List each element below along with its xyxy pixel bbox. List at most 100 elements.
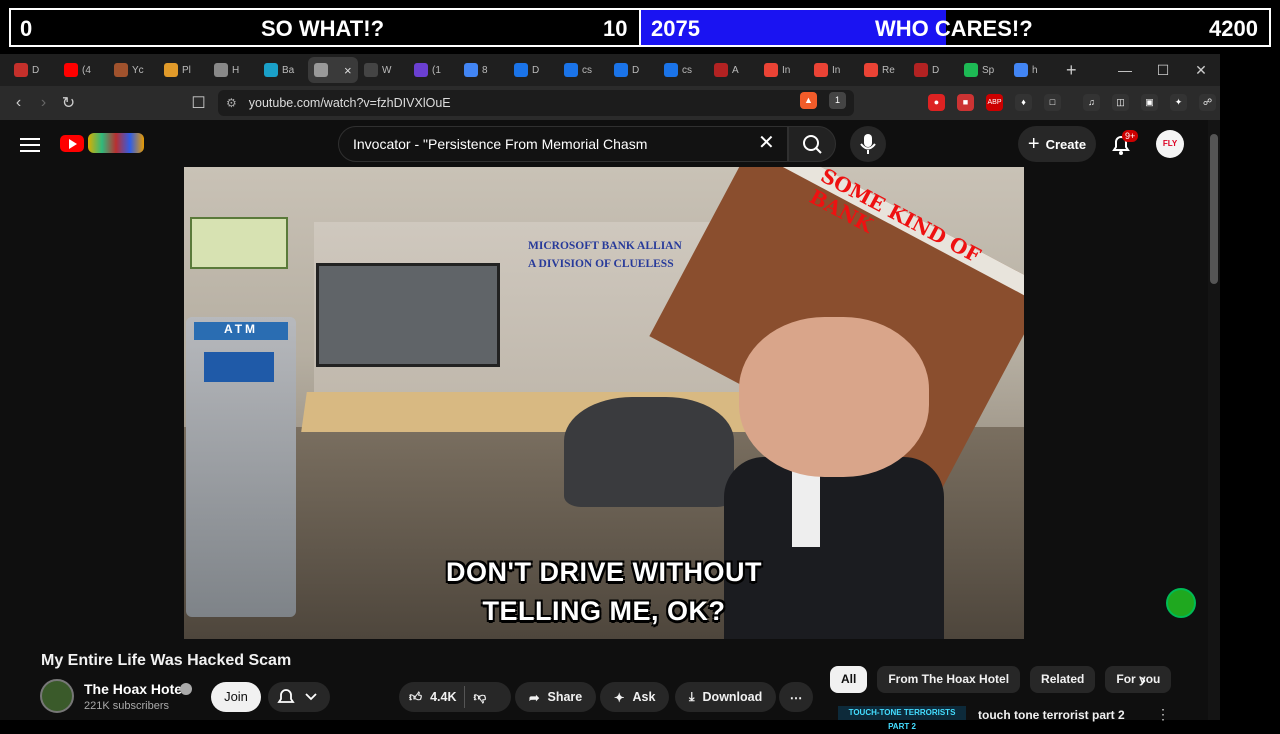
ask-button[interactable]: ✦ Ask [600,682,670,712]
address-bar[interactable]: ⚙ youtube.com/watch?v=fzhDIVXlOuE [218,90,854,116]
join-button[interactable]: Join [211,682,261,712]
recommendation-thumbnail[interactable]: TOUCH-TONE TERRORISTS PART 2 [838,706,966,731]
ext-red-icon[interactable]: ■ [957,94,974,111]
browser-tab[interactable]: cs [658,57,708,83]
browser-tab[interactable]: (4 [58,57,108,83]
recommendation-menu-icon[interactable]: ⋮ [1156,706,1170,723]
sign-line-2: A DIVISION OF CLUELESS [528,258,674,270]
notification-badge: 9+ [1122,130,1139,142]
more-actions-button[interactable]: ⋯ [779,682,813,712]
chip-all[interactable]: All [830,666,868,693]
tab-favicon-icon [664,63,678,77]
floating-widget-icon[interactable] [1166,588,1196,618]
browser-tab[interactable]: In [758,57,808,83]
youtube-doodle [88,133,144,153]
media-icon[interactable]: ♫ [1083,94,1100,111]
adblock-icon[interactable]: ABP [986,94,1003,111]
youtube-play-icon [60,134,84,152]
browser-tab[interactable]: H [208,57,258,83]
video-title: My Entire Life Was Hacked Scam [41,652,292,669]
screenshot-icon[interactable]: □ [1044,94,1061,111]
brave-rewards-icon[interactable]: 1 [829,92,846,109]
brave-shield-icon[interactable]: ▲ [800,92,817,109]
tab-label: Pl [182,64,191,76]
tab-label: D [932,64,940,76]
nav-bar: ‹ › ↻ ☐ ⚙ youtube.com/watch?v=fzhDIVXlOu… [0,86,1245,120]
browser-tab[interactable]: (1 [408,57,458,83]
tab-label: D [632,64,640,76]
browser-tab[interactable]: Ba [258,57,308,83]
tab-favicon-icon [114,63,128,77]
search-button[interactable] [788,126,836,162]
tab-favicon-icon [764,63,778,77]
browser-tab[interactable]: A [708,57,758,83]
browser-tab[interactable]: D [508,57,558,83]
reload-icon[interactable]: ↻ [56,93,81,113]
browser-tab[interactable]: D [8,57,58,83]
maximize-icon[interactable]: ☐ [1144,62,1182,79]
sign-line-1: MICROSOFT BANK ALLIAN [528,240,682,252]
youtube-logo[interactable] [60,133,144,153]
verified-icon [180,683,192,695]
leo-ai-icon[interactable]: ✦ [1170,94,1187,111]
minimize-icon[interactable]: — [1106,62,1144,78]
tab-close-icon[interactable]: × [344,63,352,78]
browser-tab[interactable]: Yc [108,57,158,83]
browser-tab[interactable]: h [1008,57,1058,83]
record-extension-icon[interactable]: ● [928,94,945,111]
account-avatar[interactable]: FLY [1156,130,1184,158]
browser-tab[interactable]: Re [858,57,908,83]
tab-label: Re [882,64,895,76]
channel-avatar[interactable] [40,679,74,713]
voice-search-button[interactable] [850,126,886,162]
vpn-icon[interactable]: ☍ [1199,94,1216,111]
sidebar-icon[interactable]: ◫ [1112,94,1129,111]
browser-tab[interactable]: W [358,57,408,83]
video-caption: DON'T DRIVE WITHOUT TELLING ME, OK? [184,553,1024,631]
video-player[interactable]: ATM MICROSOFT BANK ALLIAN A DIVISION OF … [184,167,1024,639]
chip-for-you[interactable]: For you [1105,666,1172,693]
tab-label: D [532,64,540,76]
browser-tab[interactable]: Pl [158,57,208,83]
download-button[interactable]: ⤓ Download [675,682,777,712]
site-info-icon[interactable]: ⚙ [226,96,237,110]
left-score: 0 [20,16,33,41]
wallet-icon[interactable]: ▣ [1141,94,1158,111]
new-tab-button[interactable]: + [1066,60,1077,81]
like-icon[interactable]: 👍︎ [409,690,422,705]
right-score: 2075 [651,16,700,41]
browser-tab[interactable]: D [908,57,958,83]
share-button[interactable]: ➦ Share [515,682,597,712]
bookmark-icon[interactable]: ☐ [186,93,211,113]
create-button[interactable]: + Create [1018,126,1096,162]
browser-tab[interactable]: cs [558,57,608,83]
chip-related[interactable]: Related [1030,666,1096,693]
tab-favicon-icon [814,63,828,77]
chips-next-icon[interactable]: › [1140,670,1146,691]
browser-tab[interactable]: Sp [958,57,1008,83]
browser-tab[interactable]: × [308,57,358,83]
dislike-icon[interactable]: 👎︎ [473,690,486,705]
extensions-puzzle-icon[interactable]: ♦ [1015,94,1032,111]
tab-label: Sp [982,64,995,76]
like-count[interactable]: 4.4K [430,690,456,704]
score-frame: 0 SO WHAT!? 10 2075 WHO CARES!? 4200 [9,8,1271,47]
caption-line-2: TELLING ME, OK? [482,596,726,626]
browser-tab[interactable]: D [608,57,658,83]
subscription-bell-button[interactable] [268,682,330,712]
clear-search-icon[interactable]: ✕ [758,132,775,154]
tab-favicon-icon [614,63,628,77]
chip-from-channel[interactable]: From The Hoax Hotel [877,666,1021,693]
tab-favicon-icon [164,63,178,77]
channel-name[interactable]: The Hoax Hotel [84,681,186,697]
scrollbar-thumb[interactable] [1210,134,1218,284]
browser-tab[interactable]: 8 [458,57,508,83]
video-face [739,317,929,477]
back-icon[interactable]: ‹ [6,94,31,112]
scrollbar[interactable] [1208,120,1220,720]
search-input[interactable]: Invocator - "Persistence From Memorial C… [338,126,788,162]
close-window-icon[interactable]: ✕ [1182,62,1220,79]
guide-menu-icon[interactable] [20,134,40,156]
browser-tab[interactable]: In [808,57,858,83]
forward-icon[interactable]: › [31,94,56,112]
